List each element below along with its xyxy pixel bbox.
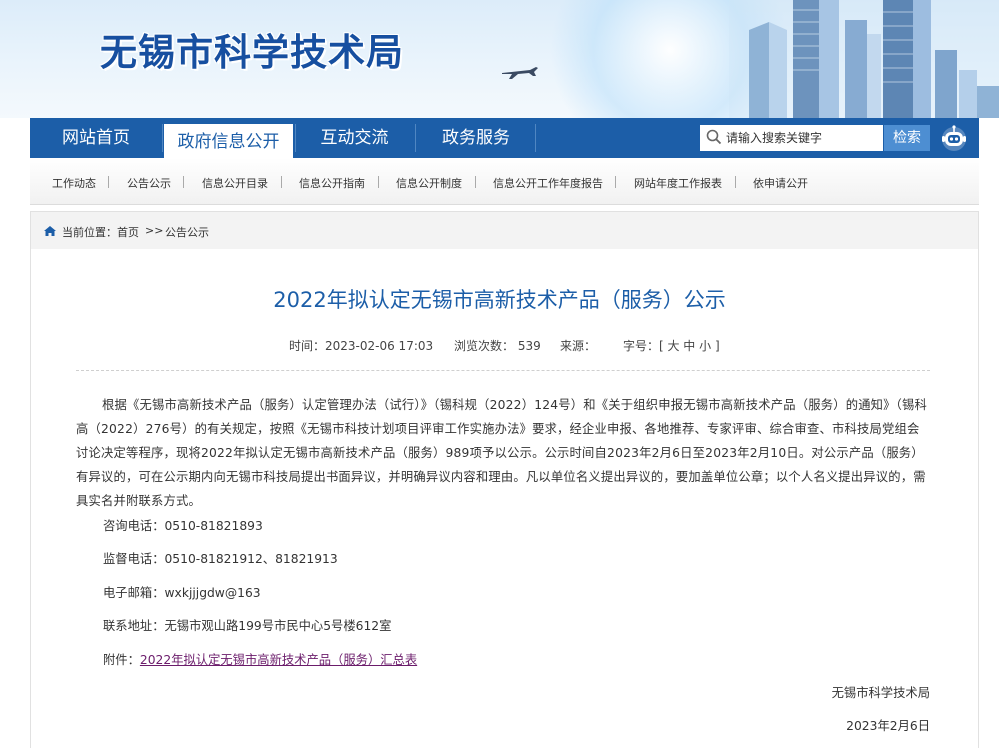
subnav-separator (183, 176, 184, 188)
subnav-separator (615, 176, 616, 188)
supervise-phone: 监督电话：0510-81821912、81821913 (103, 552, 338, 566)
subnav-item-apply-disclosure[interactable]: 依申请公开 (753, 175, 808, 191)
subnav-separator (108, 176, 109, 188)
header-banner: 无锡市科学技术局 (0, 0, 999, 118)
subnav-item-work-news[interactable]: 工作动态 (52, 175, 96, 191)
breadcrumb-current-link[interactable]: 公告公示 (165, 224, 209, 240)
article-views: 浏览次数： 539 (454, 339, 541, 353)
nav-item-interaction[interactable]: 互动交流 (297, 118, 412, 158)
search-input[interactable] (726, 125, 876, 151)
city-skyline-image (729, 0, 999, 118)
nav-item-gov-service[interactable]: 政务服务 (417, 118, 535, 158)
breadcrumb-home-link[interactable]: 首页 (117, 224, 139, 240)
attachment-link[interactable]: 2022年拟认定无锡市高新技术产品（服务）汇总表 (140, 653, 417, 667)
article-source: 来源： (560, 339, 597, 353)
subnav-separator (475, 176, 476, 188)
attachment-row: 附件：2022年拟认定无锡市高新技术产品（服务）汇总表 (103, 650, 417, 668)
article-title: 2022年拟认定无锡市高新技术产品（服务）公示 (273, 288, 726, 312)
subnav-item-announcements[interactable]: 公告公示 (127, 175, 171, 191)
search-icon (706, 129, 722, 145)
contact-email: 电子邮箱：wxkjjjgdw@163 (103, 586, 261, 600)
subnav-separator (735, 176, 736, 188)
subnav-item-disclosure-rules[interactable]: 信息公开制度 (396, 175, 462, 191)
nav-separator (415, 124, 416, 152)
subnav-separator (281, 176, 282, 188)
subnav-item-annual-report[interactable]: 信息公开工作年度报告 (493, 175, 603, 191)
font-size-switcher[interactable]: 字号：[ 大 中 小 ] (623, 337, 720, 354)
nav-separator (295, 124, 296, 152)
search-box (700, 125, 883, 151)
robot-icon[interactable] (939, 124, 969, 152)
subnav-item-disclosure-catalog[interactable]: 信息公开目录 (202, 175, 268, 191)
sign-date: 2023年2月6日 (846, 719, 930, 733)
home-icon (44, 226, 56, 236)
nav-item-gov-info[interactable]: 政府信息公开 (164, 122, 293, 160)
nav-separator (535, 124, 536, 152)
site-title: 无锡市科学技术局 (100, 31, 404, 74)
subnav-item-site-report[interactable]: 网站年度工作报表 (634, 175, 722, 191)
search-button[interactable]: 检索 (884, 125, 930, 151)
nav-separator (162, 124, 163, 152)
subnav-separator (378, 176, 379, 188)
subnav-item-disclosure-guide[interactable]: 信息公开指南 (299, 175, 365, 191)
breadcrumb-prefix: 当前位置： (62, 226, 117, 239)
attachment-label: 附件： (103, 653, 140, 667)
article-time: 时间：2023-02-06 17:03 (289, 339, 434, 353)
article-paragraph: 根据《无锡市高新技术产品（服务）认定管理办法（试行）》（锡科规（2022）124… (76, 398, 928, 508)
article-divider (76, 370, 930, 371)
main-nav: 网站首页 政府信息公开 互动交流 政务服务 检索 (30, 118, 979, 160)
airplane-icon (502, 67, 538, 79)
breadcrumb: 当前位置： 首页 >> 公告公示 (30, 211, 979, 250)
breadcrumb-separator: >> (145, 224, 164, 237)
sub-nav: 工作动态 公告公示 信息公开目录 信息公开指南 信息公开制度 信息公开工作年度报… (30, 158, 979, 205)
consult-phone: 咨询电话：0510-81821893 (103, 519, 263, 533)
contact-address: 联系地址：无锡市观山路199号市民中心5号楼612室 (103, 619, 392, 633)
signer: 无锡市科学技术局 (831, 686, 930, 700)
nav-item-home[interactable]: 网站首页 (30, 118, 162, 158)
